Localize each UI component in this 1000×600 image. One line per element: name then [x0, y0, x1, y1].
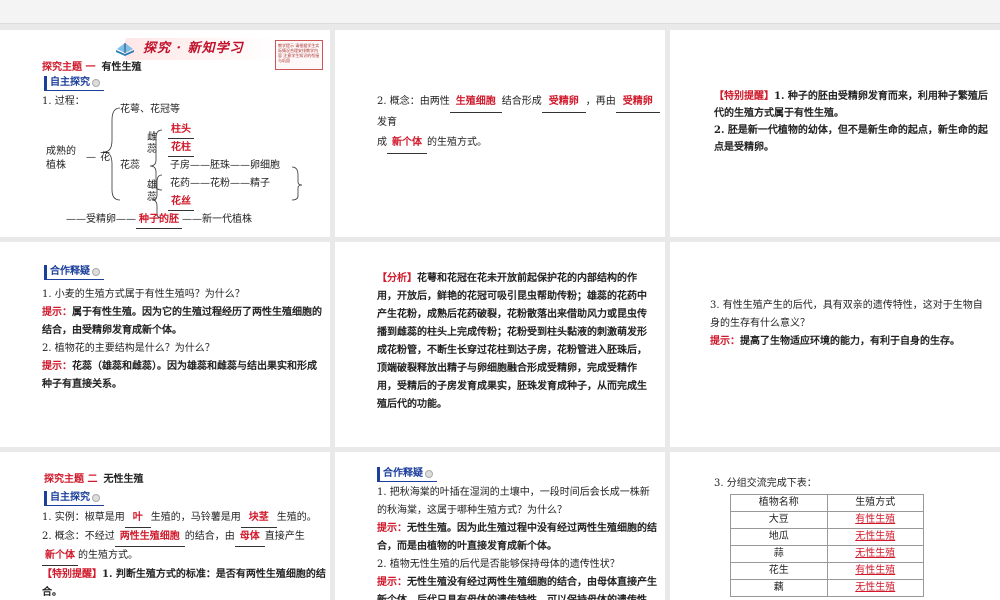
- question-2: 2. 植物无性生殖的后代是否能够保持母体的遗传性状？: [377, 559, 620, 570]
- section-header: 合作释疑: [377, 466, 437, 482]
- table-row: 蒜无性生殖: [730, 545, 924, 563]
- section-label: 合作释疑: [383, 468, 423, 479]
- example-line: 1. 实例：椒草是用叶生殖的，马铃薯是用 块茎 生殖的。: [42, 509, 328, 528]
- special-reminder: 【特别提醒】1. 种子的胚由受精卵发育而来，利用种子繁殖后代的生殖方式属于有性生…: [714, 91, 988, 153]
- reminder-line: 【特别提醒】1. 判断生殖方式的标准：是否有两性生殖细胞的结合。: [42, 569, 326, 598]
- slide-3[interactable]: 【特别提醒】1. 种子的胚由受精卵发育而来，利用种子繁殖后代的生殖方式属于有性生…: [670, 30, 1000, 237]
- reproduction-table: 植物名称 生殖方式 大豆 有性生殖 地瓜 无性生殖 蒜无性生殖 花生 有性生殖 藕无性…: [730, 494, 924, 597]
- blank-new-individual: 新个体: [42, 547, 78, 566]
- top-band: [0, 0, 1000, 24]
- blank-germ-cells: 两性生殖细胞: [114, 528, 185, 547]
- table-row: 地瓜 无性生殖: [730, 528, 924, 546]
- blank-germ-cells: 生殖细胞: [449, 92, 502, 113]
- stigma-answer: 柱头: [168, 122, 194, 139]
- table-row: 藕无性生殖: [730, 579, 924, 597]
- filament-answer: 花丝: [168, 194, 194, 211]
- topic-name: 无性生殖: [103, 474, 144, 485]
- sepal-petal: 花萼、花冠等: [120, 104, 180, 115]
- section-header: 自主探究: [44, 490, 104, 506]
- concept-text: 2. 概念：由两性 生殖细胞 结合形成 受精卵 ，再由 受精卵发育 成新个体 的生殖方式。: [377, 92, 665, 154]
- table-row: 大豆 有性生殖: [730, 511, 924, 529]
- anther-chain: 花药——花粉——精子: [170, 178, 270, 189]
- flower-core: 花蕊: [120, 160, 140, 171]
- section-label: 自主探究: [50, 492, 90, 503]
- fertilization-line: ——受精卵—— 种子的胚 ——新一代植株: [66, 212, 252, 229]
- section-header: 合作释疑: [44, 264, 104, 280]
- structure-braces: [103, 107, 303, 219]
- slide-8[interactable]: 合作释疑 1. 把秋海棠的叶插在湿润的土壤中，一段时间后会长成一株新的秋海棠，这…: [335, 452, 665, 600]
- slide-6[interactable]: 3. 有性生殖产生的后代，具有双亲的遗传特性，这对于生物自身的生存有什么意义？ …: [670, 242, 1000, 447]
- slide-5[interactable]: 【分析】花萼和花冠在花未开放前起保护花的内部结构的作用，开放后，鲜艳的花冠可吸引…: [335, 242, 665, 447]
- question-3: 3. 有性生殖产生的后代，具有双亲的遗传特性，这对于生物自身的生存有什么意义？: [710, 300, 983, 329]
- table-header-row: 植物名称 生殖方式: [730, 494, 924, 512]
- header-plant: 植物名称: [730, 494, 828, 512]
- flower-label: 花: [100, 152, 110, 163]
- slide-9[interactable]: 3. 分组交流完成下表： 植物名称 生殖方式 大豆 有性生殖 地瓜 无性生殖 蒜无性…: [670, 452, 1000, 600]
- slide-2[interactable]: 2. 概念：由两性 生殖细胞 结合形成 受精卵 ，再由 受精卵发育 成新个体 的生殖方式。: [335, 30, 665, 237]
- answer-2: 提示：无性生殖没有经过两性生殖细胞的结合，由母体直接产生新个体，后代只具有母体的…: [377, 577, 657, 600]
- section-icon: [425, 469, 433, 478]
- slide-1[interactable]: 探究 · 新知学习 教学提示 请根据学生实际情况合理安排教学内容 注意学生知识的…: [0, 30, 330, 237]
- slide-7[interactable]: 探究主题 二无性生殖 自主探究 1. 实例：椒草是用叶生殖的，马铃薯是用 块茎 生殖…: [0, 452, 330, 600]
- slide-4[interactable]: 合作释疑 1. 小麦的生殖方式属于有性生殖吗？为什么？ 提示：属于有性生殖。因为…: [0, 242, 330, 447]
- answer-1: 提示：属于有性生殖。因为它的生殖过程经历了两性生殖细胞的结合，由受精卵发育成新个…: [42, 307, 322, 336]
- reminder-label: 【特别提醒】: [714, 91, 774, 102]
- embryo-answer: 种子的胚: [136, 212, 182, 229]
- answer-1: 提示：无性生殖。因为此生殖过程中没有经过两性生殖细胞的结合，而是由植物的叶直接发…: [377, 523, 657, 552]
- analysis-text: 【分析】花萼和花冠在花未开放前起保护花的内部结构的作用，开放后，鲜艳的花冠可吸引…: [377, 273, 647, 410]
- answer-2: 提示：花蕊（雄蕊和雌蕊）。因为雄蕊和雌蕊与结出果实和形成种子有直接关系。: [42, 361, 317, 390]
- arrow-to-flower: —: [86, 152, 96, 163]
- style-answer: 花柱: [168, 140, 194, 157]
- section-label: 合作释疑: [50, 266, 90, 277]
- ovary-chain: 子房——胚珠——卵细胞: [170, 160, 280, 171]
- analysis-label: 【分析】: [377, 273, 417, 284]
- section-icon: [92, 493, 100, 502]
- qa-block-asexual: 1. 把秋海棠的叶插在湿润的土壤中，一段时间后会长成一株新的秋海棠，这属于哪种生…: [377, 484, 659, 600]
- header-method: 生殖方式: [826, 494, 924, 512]
- asexual-block: 1. 实例：椒草是用叶生殖的，马铃薯是用 块茎 生殖的。 2. 概念：不经过 两性生殖…: [42, 509, 328, 600]
- table-row: 花生 有性生殖: [730, 562, 924, 580]
- blank-zygote-1: 受精卵: [541, 92, 586, 113]
- blank-zygote-2: 受精卵: [615, 92, 660, 113]
- question-1: 1. 把秋海棠的叶插在湿润的土壤中，一段时间后会长成一株新的秋海棠，这属于哪种生…: [377, 487, 650, 516]
- section-icon: [92, 267, 100, 276]
- topic-label: 探究主题 二: [44, 474, 98, 485]
- topic-title-2: 探究主题 二无性生殖: [44, 472, 143, 488]
- blank-parent: 母体: [234, 528, 265, 547]
- blank-new-individual: 新个体: [387, 133, 427, 154]
- concept-line-2: 新个体 的生殖方式。: [42, 547, 328, 566]
- mature-plant: 成熟的植株: [46, 146, 76, 171]
- qa-block-3: 3. 有性生殖产生的后代，具有双亲的遗传特性，这对于生物自身的生存有什么意义？ …: [710, 297, 992, 351]
- concept-line: 2. 概念：不经过 两性生殖细胞 的结合，由 母体 直接产生: [42, 528, 328, 547]
- qa-block: 1. 小麦的生殖方式属于有性生殖吗？为什么？ 提示：属于有性生殖。因为它的生殖过…: [42, 286, 322, 394]
- blank-leaf: 叶: [124, 509, 151, 528]
- stamen-label: 雄蕊: [147, 180, 157, 203]
- pistil-label: 雌蕊: [147, 132, 157, 155]
- answer-3: 提示：提高了生物适应环境的能力，有利于自身的生存。: [710, 336, 960, 347]
- blank-tuber: 块茎: [240, 509, 277, 528]
- table-title: 3. 分组交流完成下表：: [714, 478, 817, 489]
- question-1: 1. 小麦的生殖方式属于有性生殖吗？为什么？: [42, 289, 245, 300]
- question-2: 2. 植物花的主要结构是什么？为什么？: [42, 343, 215, 354]
